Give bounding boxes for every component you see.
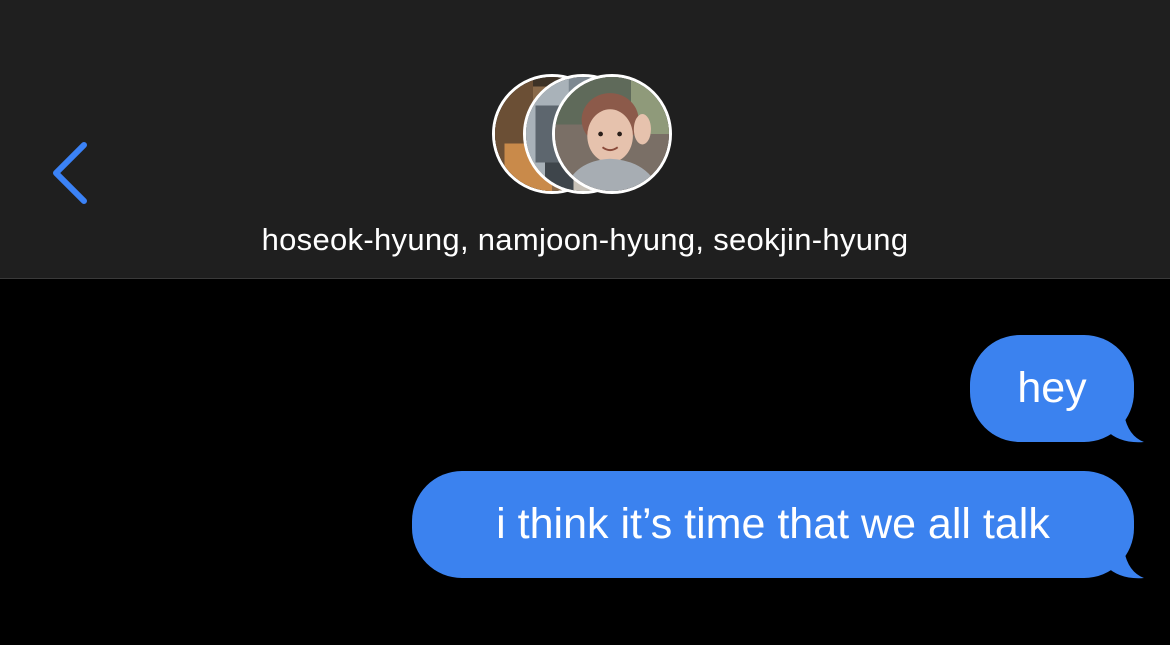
group-avatars[interactable] [490, 74, 682, 200]
chevron-left-icon [53, 142, 87, 204]
bubble-tail [1106, 550, 1146, 580]
conversation-header: hoseok-hyung, namjoon-hyung, seokjin-hyu… [0, 0, 1170, 279]
bubble-tail [1106, 414, 1146, 444]
message-bubble[interactable]: i think it’s time that we all talk [412, 471, 1134, 578]
back-button[interactable] [40, 135, 100, 211]
avatar [552, 74, 672, 194]
conversation-title[interactable]: hoseok-hyung, namjoon-hyung, seokjin-hyu… [0, 222, 1170, 258]
messages-screen: hoseok-hyung, namjoon-hyung, seokjin-hyu… [0, 0, 1170, 645]
message-text: i think it’s time that we all talk [496, 500, 1050, 548]
message-text: hey [1017, 364, 1087, 412]
